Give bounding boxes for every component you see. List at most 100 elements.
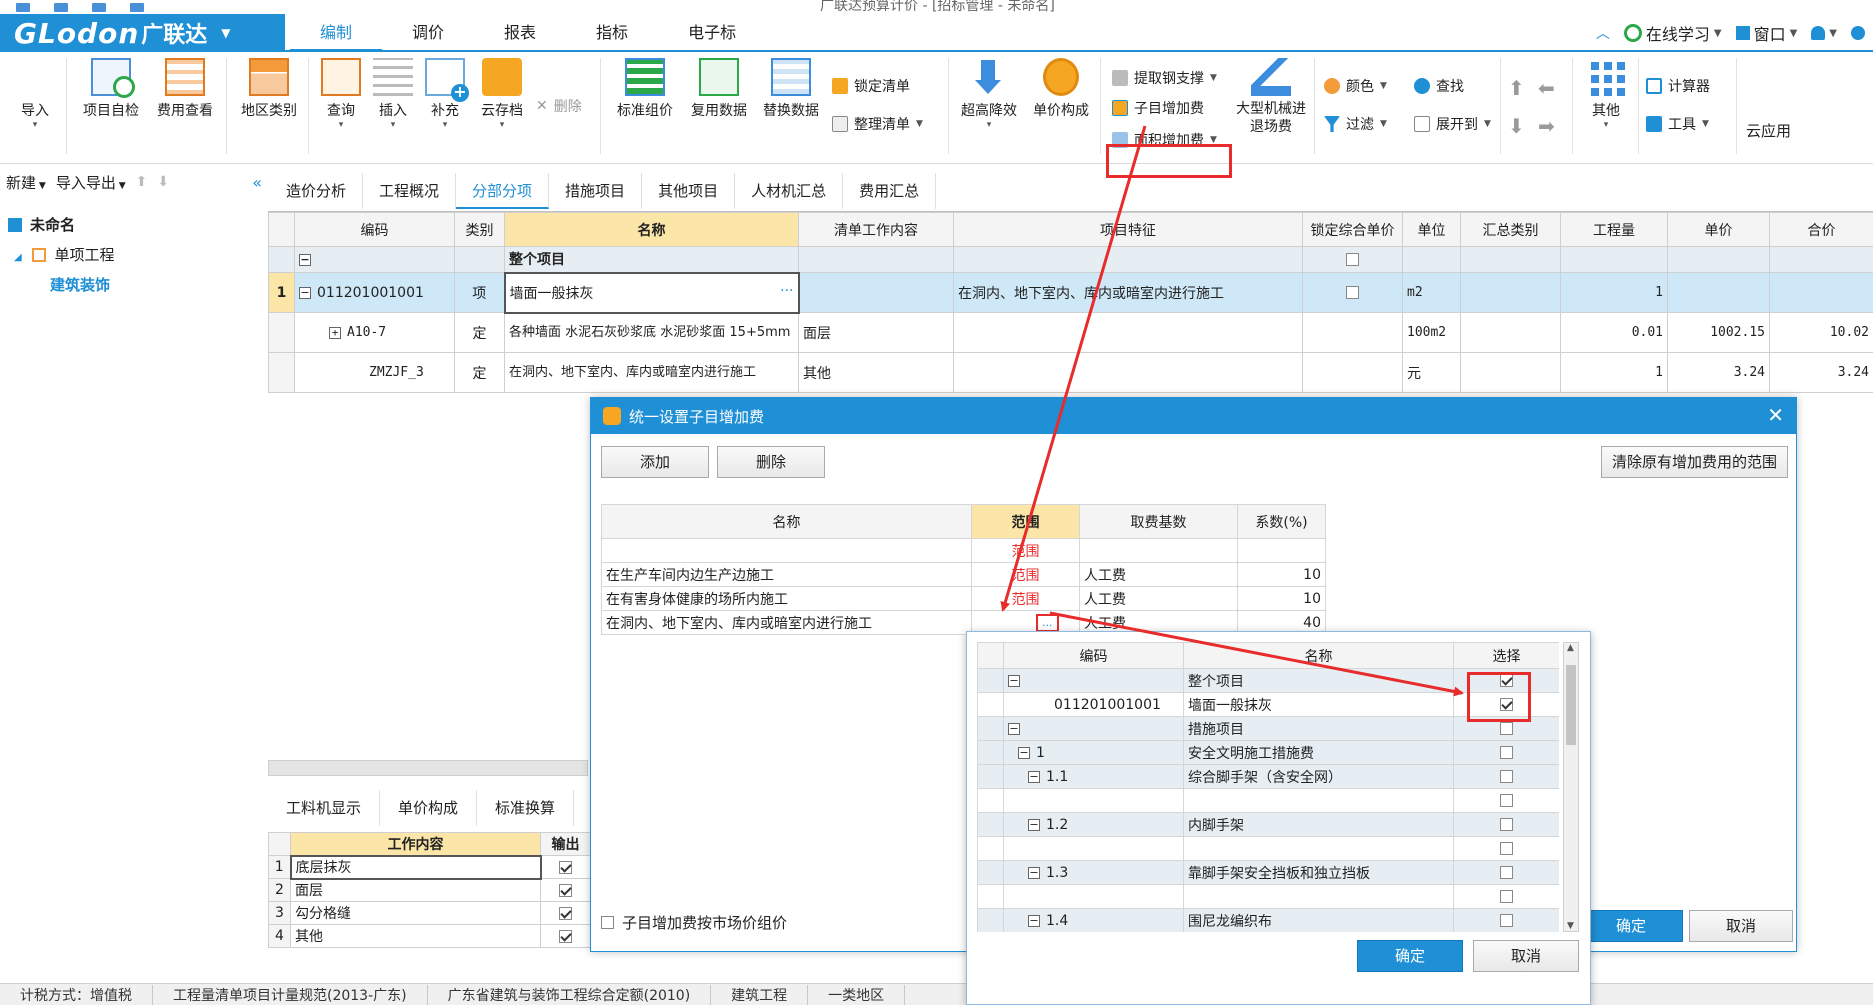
grid-cell-unit[interactable]: 元 xyxy=(1402,352,1461,393)
grid-cell-content[interactable] xyxy=(798,272,954,313)
import-export-button[interactable]: 导入导出 ▼ xyxy=(56,172,126,193)
collapse-toggle-icon[interactable]: − xyxy=(299,253,311,266)
menu-tab-report[interactable]: 报表 xyxy=(474,14,566,52)
filter-button[interactable]: 过滤 ▼ xyxy=(1324,114,1387,134)
move-left-button[interactable]: ⬅ xyxy=(1538,76,1555,100)
table-row[interactable]: 1 −011201001001 项 墙面一般抹灰 ··· 在洞内、地下室内、库内或… xyxy=(268,271,1873,314)
app-logo-menu[interactable]: GLodon 广联达 ▼ xyxy=(0,14,285,52)
vertical-scrollbar[interactable]: ▲ ▼ xyxy=(1563,642,1579,932)
collapse-toggle-icon[interactable]: − xyxy=(1028,914,1040,927)
tab-labor-material-summary[interactable]: 人材机汇总 xyxy=(735,173,844,209)
grid-cell-name-editing[interactable]: 墙面一般抹灰 ··· xyxy=(503,271,800,314)
find-button[interactable]: 查找 xyxy=(1414,76,1464,96)
grid-cell-qty[interactable]: 0.01 xyxy=(1560,312,1668,353)
collapse-toggle-icon[interactable]: − xyxy=(1028,866,1040,879)
collapse-toggle-icon[interactable]: − xyxy=(299,286,311,299)
collapse-panel-icon[interactable]: « xyxy=(252,173,262,192)
grid-cell-total[interactable]: 3.24 xyxy=(1769,352,1873,393)
select-checkbox[interactable] xyxy=(1500,770,1513,783)
select-checkbox[interactable] xyxy=(1500,914,1513,927)
collapse-ribbon-icon[interactable]: ︿ xyxy=(1596,23,1610,43)
select-checkbox[interactable] xyxy=(1500,866,1513,879)
grid-cell-code[interactable]: −011201001001 xyxy=(294,272,455,313)
quick-access-toolbar[interactable] xyxy=(16,0,216,12)
select-checkbox[interactable] xyxy=(1500,746,1513,759)
market-price-checkbox[interactable] xyxy=(601,916,614,929)
grid-cell-type[interactable]: 定 xyxy=(454,312,505,353)
expand-caret-icon[interactable]: ◢ xyxy=(14,252,22,263)
close-icon[interactable]: ✕ xyxy=(1767,403,1784,427)
table-row[interactable]: 4 其他 xyxy=(268,924,591,948)
ellipsis-button[interactable]: ··· xyxy=(780,283,793,299)
table-row[interactable]: + A10-7 定 各种墙面 水泥石灰砂浆底 水泥砂浆面 15+5mm 面层 10… xyxy=(268,312,1873,353)
grid-cell-summary[interactable] xyxy=(1460,272,1561,313)
expand-to-button[interactable]: 展开到 ▼ xyxy=(1414,114,1491,134)
collapse-toggle-icon[interactable]: − xyxy=(1008,722,1020,735)
table-row-group[interactable]: − 整个项目 xyxy=(268,246,1873,273)
tools-button[interactable]: 工具 ▼ xyxy=(1646,114,1709,134)
table-row[interactable]: −1.1 综合脚手架（含安全网） xyxy=(977,764,1559,789)
extract-steel-button[interactable]: 提取钢支撑 ▼ xyxy=(1112,68,1217,88)
surcharge-name-cell[interactable]: 在生产车间内边生产边施工 xyxy=(601,562,972,587)
table-row[interactable] xyxy=(977,836,1559,861)
grid-cell-total[interactable] xyxy=(1769,272,1873,313)
fee-view-button[interactable]: 费用查看 xyxy=(152,58,218,120)
clear-range-button[interactable]: 清除原有增加费用的范围 xyxy=(1601,446,1788,478)
new-button[interactable]: 新建 ▼ xyxy=(6,172,46,193)
table-row[interactable]: 范围 xyxy=(601,538,1326,563)
select-checkbox[interactable] xyxy=(1500,890,1513,903)
horizontal-scrollbar[interactable] xyxy=(268,760,588,776)
grid-cell-summary[interactable] xyxy=(1460,352,1561,393)
table-row[interactable]: −1.2 内脚手架 xyxy=(977,812,1559,837)
grid-cell-content[interactable]: 面层 xyxy=(798,312,954,353)
surcharge-range-cell[interactable]: 范围 xyxy=(971,538,1080,563)
unit-composition-button[interactable]: 单价构成 xyxy=(1028,58,1094,120)
table-row[interactable]: 在有害身体健康的场所内施工 范围 人工费 10 xyxy=(601,586,1326,611)
move-right-button[interactable]: ➡ xyxy=(1538,114,1555,138)
window-menu-button[interactable]: 窗口 ▼ xyxy=(1735,21,1797,45)
table-row[interactable]: −1.4 围尼龙编织布 xyxy=(977,908,1559,932)
table-row[interactable]: 1 底层抹灰 xyxy=(268,854,591,880)
grid-cell-code[interactable]: ZMZJF_3 xyxy=(294,352,455,393)
collapse-toggle-icon[interactable]: − xyxy=(1028,770,1040,783)
surcharge-name-cell[interactable]: 在洞内、地下室内、库内或暗室内进行施工 xyxy=(601,610,972,635)
tab-project-overview[interactable]: 工程概况 xyxy=(363,173,457,209)
grid-cell-summary[interactable] xyxy=(1460,312,1561,353)
table-row[interactable]: ZMZJF_3 定 在洞内、地下室内、库内或暗室内进行施工 其他 元 1 3.2… xyxy=(268,352,1873,393)
grid-cell-type[interactable]: 定 xyxy=(454,352,505,393)
menu-tab-ebid[interactable]: 电子标 xyxy=(658,14,766,52)
lock-price-checkbox[interactable] xyxy=(1346,253,1359,266)
surcharge-coef-cell[interactable]: 10 xyxy=(1237,586,1326,611)
reuse-data-button[interactable]: 复用数据 xyxy=(686,58,752,120)
grid-cell-feature[interactable] xyxy=(953,312,1303,353)
grid-cell-type[interactable]: 项 xyxy=(454,272,505,313)
grid-cell-name[interactable]: 各种墙面 水泥石灰砂浆底 水泥砂浆面 15+5mm xyxy=(504,312,799,353)
grid-cell-total[interactable]: 10.02 xyxy=(1769,312,1873,353)
tree-node-root[interactable]: 未命名 xyxy=(0,210,268,240)
grid-cell-unit[interactable]: m2 xyxy=(1402,272,1461,313)
grid-cell-qty[interactable]: 1 xyxy=(1560,352,1668,393)
add-button[interactable]: 添加 xyxy=(601,446,709,478)
move-up-button[interactable]: ⬆ xyxy=(1508,76,1525,100)
grid-cell-name[interactable]: 在洞内、地下室内、库内或暗室内进行施工 xyxy=(504,352,799,393)
cloud-app-button[interactable]: 云应用 xyxy=(1746,120,1791,141)
region-button[interactable]: 地区类别 xyxy=(236,58,302,120)
arrow-down-icon[interactable]: ⬇ xyxy=(157,174,169,190)
output-checkbox[interactable] xyxy=(559,929,572,943)
insert-button[interactable]: 插入 ▾ xyxy=(370,58,416,130)
select-checkbox[interactable] xyxy=(1500,818,1513,831)
tab-cost-analysis[interactable]: 造价分析 xyxy=(270,173,364,209)
menu-tab-edit[interactable]: 编制 xyxy=(290,14,383,52)
select-checkbox[interactable] xyxy=(1500,722,1513,735)
surcharge-base-cell[interactable]: 人工费 xyxy=(1079,562,1238,587)
grid-cell-code[interactable]: + A10-7 xyxy=(294,312,455,353)
other-button[interactable]: 其他 ▾ xyxy=(1580,58,1632,130)
work-content-cell[interactable]: 面层 xyxy=(290,878,541,902)
lock-list-button[interactable]: 锁定清单 xyxy=(832,76,910,96)
sub-item-surcharge-button[interactable]: 子目增加费 xyxy=(1112,98,1204,118)
help-button[interactable] xyxy=(1851,26,1865,40)
tab-standard-conversion[interactable]: 标准换算 xyxy=(477,790,575,826)
move-down-button[interactable]: ⬇ xyxy=(1508,114,1525,138)
grid-cell-content[interactable]: 其他 xyxy=(798,352,954,393)
arrow-up-icon[interactable]: ⬆ xyxy=(136,174,148,190)
